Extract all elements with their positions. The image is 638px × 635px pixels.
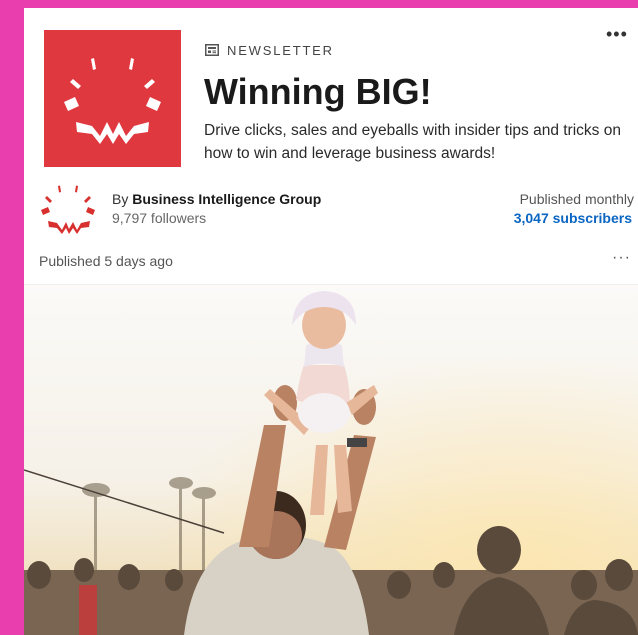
author-followers: 9,797 followers [112, 210, 207, 226]
publication-frequency: Published monthly [519, 191, 634, 207]
more-options-button[interactable]: ••• [606, 24, 628, 45]
business-intelligence-group-logo-icon [41, 185, 95, 234]
newsletter-label: NEWSLETTER [205, 42, 334, 58]
newsletter-description: Drive clicks, sales and eyeballs with in… [204, 122, 621, 162]
author-name-link[interactable]: Business Intelligence Group [132, 191, 321, 207]
subscribers-link[interactable]: 3,047 subscribers [514, 210, 632, 226]
newsletter-label-text: NEWSLETTER [227, 42, 334, 58]
newsletter-card: NEWSLETTER ••• Winning BIG! Drive clicks… [24, 8, 638, 635]
by-prefix: By [112, 191, 133, 207]
post-more-options-button[interactable]: ··· [612, 249, 631, 267]
published-date: Published 5 days ago [39, 253, 173, 269]
newspaper-icon [205, 44, 219, 56]
sunburst-logo-icon [64, 58, 161, 144]
author-byline: By Business Intelligence Group [112, 191, 321, 207]
newsletter-logo[interactable] [44, 30, 181, 167]
newsletter-title: Winning BIG! [204, 71, 432, 112]
article-cover-image[interactable] [24, 285, 638, 635]
author-avatar[interactable] [38, 180, 98, 245]
